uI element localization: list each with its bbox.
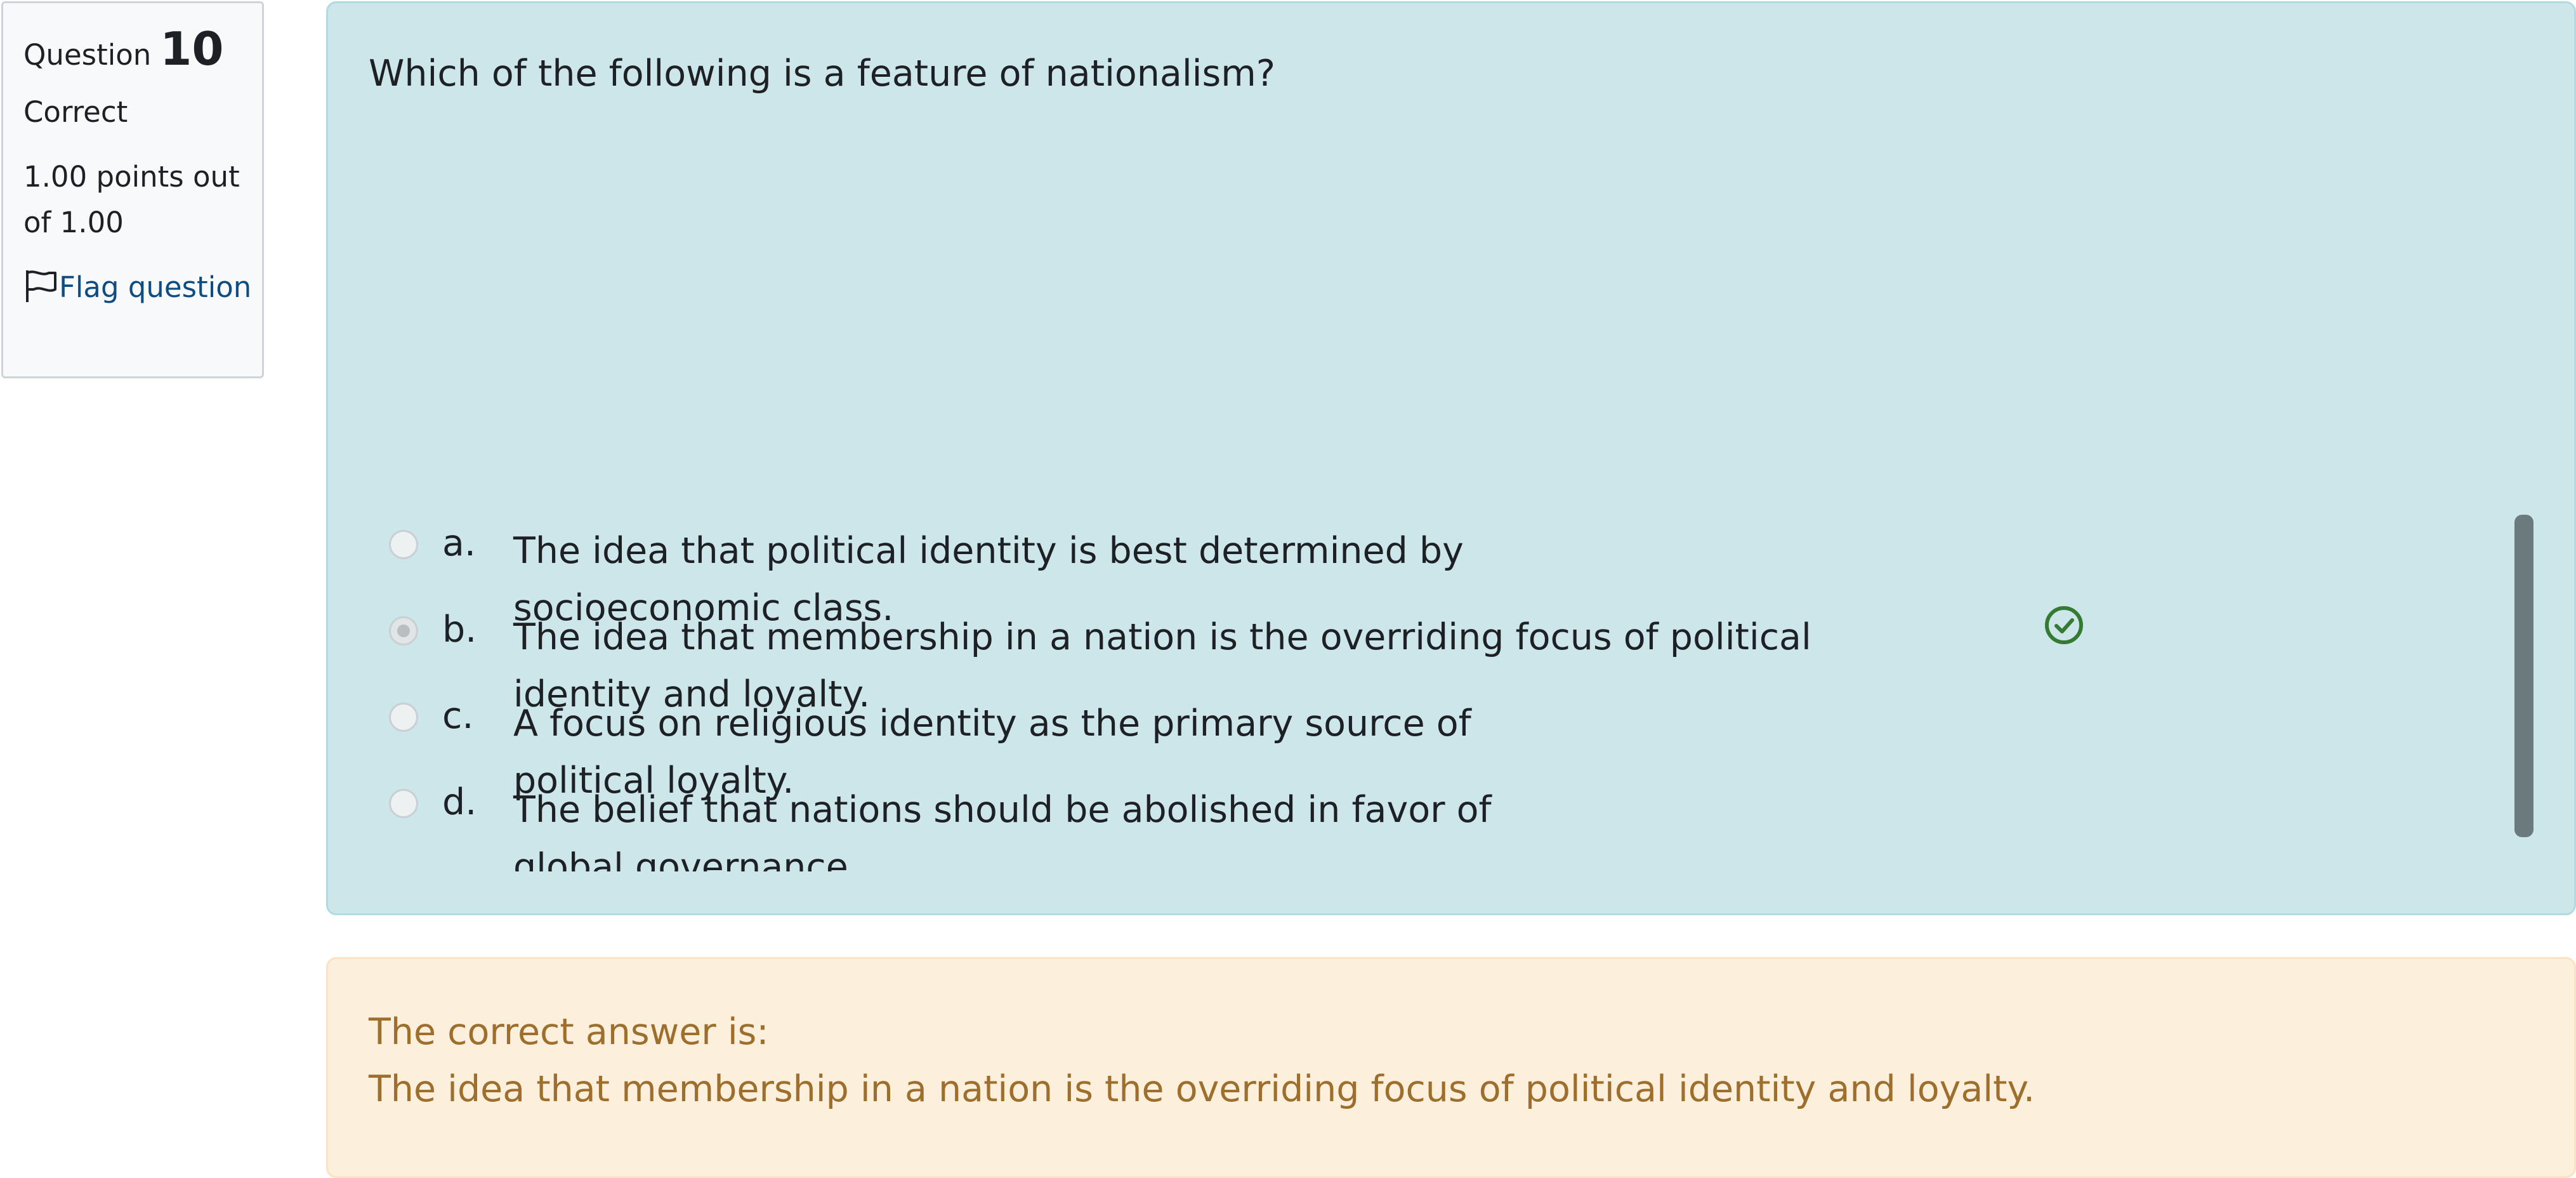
- answer-radio-c[interactable]: [389, 703, 418, 732]
- answer-option-b[interactable]: b. The idea that membership in a nation …: [389, 602, 2419, 715]
- flag-icon: [23, 268, 59, 303]
- answer-option-a[interactable]: a. The idea that political identity is b…: [389, 516, 2419, 629]
- check-circle-icon: [2044, 605, 2084, 645]
- question-info-panel: Question 10 Correct 1.00 points out of 1…: [1, 1, 264, 378]
- answer-letter-c: c.: [442, 695, 474, 737]
- flag-question-link[interactable]: Flag question: [23, 265, 252, 310]
- question-text: Which of the following is a feature of n…: [369, 53, 1275, 95]
- question-formulation: Which of the following is a feature of n…: [326, 1, 2576, 915]
- answer-letter-b: b.: [442, 609, 477, 651]
- answer-list: a. The idea that political identity is b…: [389, 516, 2419, 871]
- feedback-correct-answer: The idea that membership in a nation is …: [369, 1068, 2035, 1110]
- answer-letter-a: a.: [442, 522, 476, 564]
- flag-question-label: Flag question: [59, 270, 252, 304]
- answers-scrollbar[interactable]: [2514, 515, 2533, 837]
- question-number-heading: Question 10: [23, 22, 262, 76]
- question-number: 10: [160, 22, 224, 76]
- answer-option-c[interactable]: c. A focus on religious identity as the …: [389, 689, 2419, 802]
- question-label: Question: [23, 38, 152, 72]
- feedback-title: The correct answer is:: [369, 1011, 769, 1053]
- answer-radio-d[interactable]: [389, 789, 418, 818]
- question-state: Correct: [23, 95, 128, 129]
- answer-option-d[interactable]: d. The belief that nations should be abo…: [389, 775, 2419, 871]
- correct-answer-feedback: The correct answer is: The idea that mem…: [326, 957, 2576, 1178]
- answer-letter-d: d.: [442, 781, 477, 823]
- question-grade: 1.00 points out of 1.00: [23, 160, 240, 239]
- answer-radio-a[interactable]: [389, 530, 418, 559]
- answer-radio-b[interactable]: [389, 616, 418, 645]
- answer-text-d: The belief that nations should be abolis…: [513, 789, 1492, 871]
